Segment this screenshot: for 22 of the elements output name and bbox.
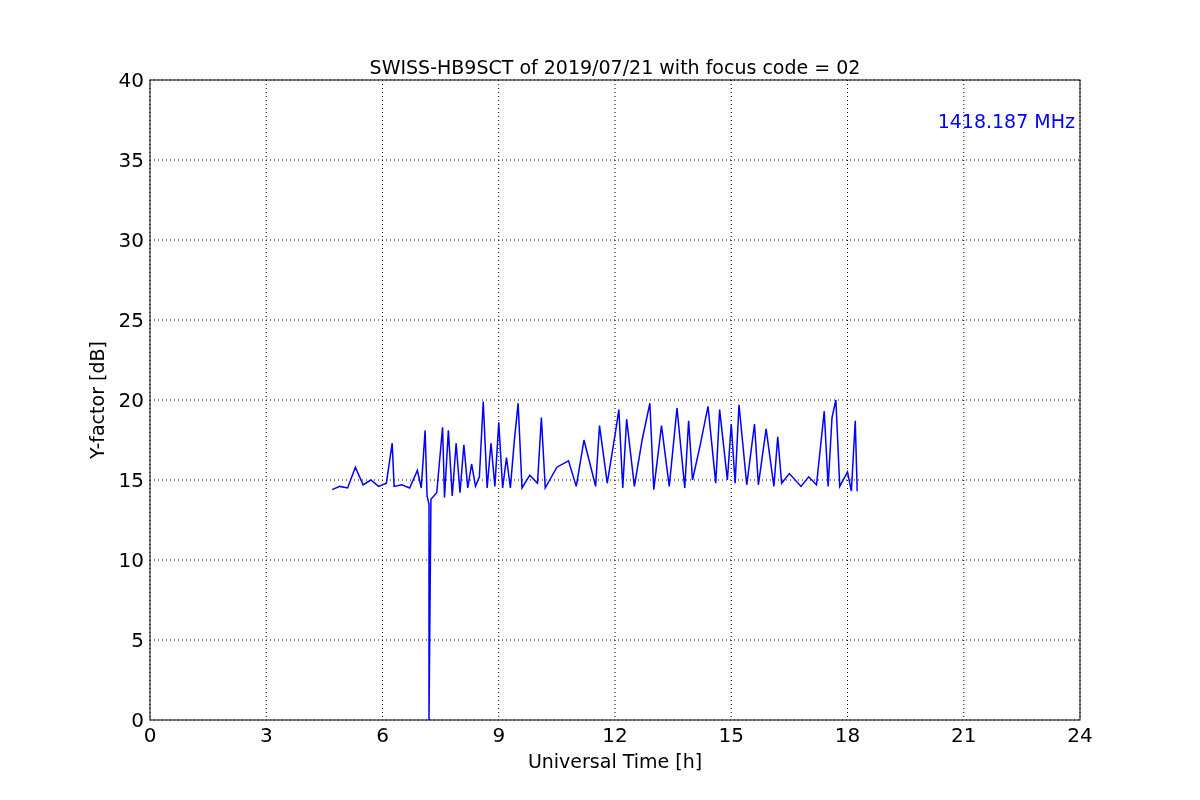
tick-label: 10 — [118, 548, 144, 572]
axis-label: Universal Time [h] — [527, 750, 703, 772]
tick-label: 18 — [834, 723, 861, 747]
tick-label: 15 — [718, 723, 744, 747]
tick-label: 0 — [131, 708, 144, 732]
tick-label: 6 — [376, 723, 389, 747]
tick-label: 30 — [118, 228, 144, 252]
tick-label: 21 — [951, 723, 977, 747]
tick-label: 35 — [118, 148, 144, 172]
axis-label: Y-factor [dB] — [86, 341, 108, 459]
legend-label: 1418.187 MHz — [937, 110, 1075, 132]
tick-label: 40 — [118, 68, 144, 92]
tick-label: 20 — [118, 388, 144, 412]
chart-title: SWISS-HB9SCT of 2019/07/21 with focus code = 02 — [369, 56, 861, 78]
tick-label: 3 — [259, 723, 273, 747]
tick-label: 0 — [143, 723, 157, 747]
tick-label: 25 — [118, 308, 144, 332]
tick-label: 24 — [1067, 723, 1093, 747]
tick-label: 9 — [492, 723, 506, 747]
tick-label: 5 — [131, 628, 144, 652]
tick-label: 15 — [118, 468, 144, 492]
tick-label: 12 — [602, 723, 628, 747]
